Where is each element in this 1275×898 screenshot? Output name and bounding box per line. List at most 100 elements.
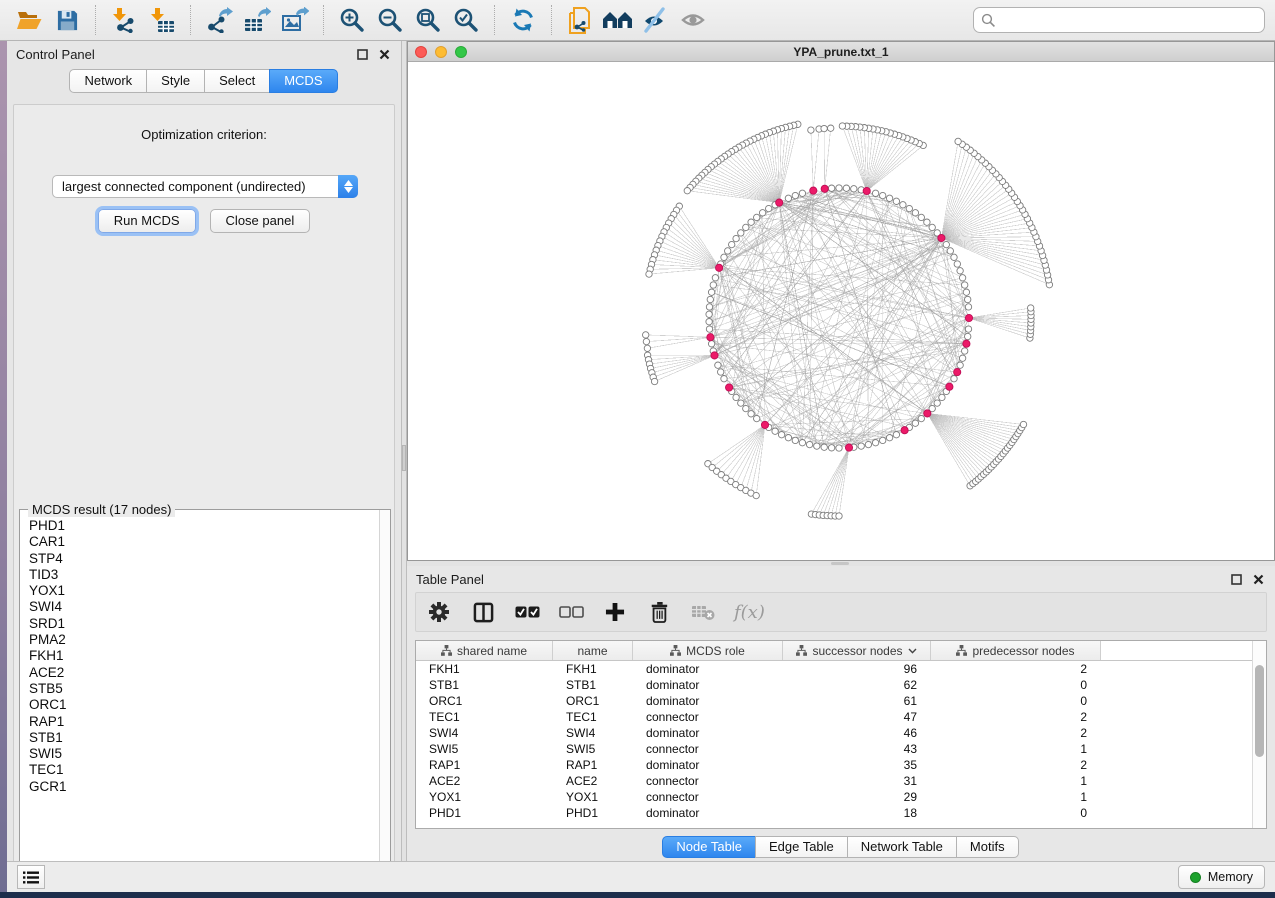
table-cell[interactable]: 1 [931,742,1101,756]
table-cell[interactable]: 96 [783,662,931,676]
table-cell[interactable]: dominator [633,758,783,772]
table-cell[interactable]: FKH1 [416,662,553,676]
deselect-all-icon[interactable] [558,599,584,625]
table-cell[interactable]: dominator [633,662,783,676]
table-cell[interactable]: dominator [633,806,783,820]
table-row[interactable]: STB1STB1dominator620 [416,677,1252,693]
table-cell[interactable]: 18 [783,806,931,820]
open-file-icon[interactable] [12,4,46,36]
refresh-view-icon[interactable] [506,4,540,36]
show-all-icon[interactable] [677,4,711,36]
table-cell[interactable]: 61 [783,694,931,708]
table-cell[interactable]: TEC1 [553,710,633,724]
table-cell[interactable]: dominator [633,678,783,692]
table-cell[interactable]: 0 [931,806,1101,820]
mcds-result-item[interactable]: SRD1 [21,616,378,632]
select-all-icon[interactable] [514,599,540,625]
table-cell[interactable]: SWI5 [416,742,553,756]
table-cell[interactable]: PHD1 [553,806,633,820]
table-cell[interactable]: SWI5 [553,742,633,756]
table-cell[interactable]: 2 [931,710,1101,724]
task-history-button[interactable] [17,865,45,889]
table-cell[interactable]: 1 [931,774,1101,788]
clear-table-icon[interactable] [690,599,716,625]
mcds-result-item[interactable]: FKH1 [21,648,378,664]
network-graph[interactable] [408,62,1274,560]
table-cell[interactable]: 2 [931,758,1101,772]
zoom-out-icon[interactable] [373,4,407,36]
mcds-result-item[interactable]: SWI5 [21,746,378,762]
mcds-result-item[interactable]: STB5 [21,681,378,697]
columns-icon[interactable] [470,599,496,625]
table-row[interactable]: TEC1TEC1connector472 [416,709,1252,725]
tab-mcds[interactable]: MCDS [269,69,337,93]
tab-network-table[interactable]: Network Table [847,836,957,858]
mcds-result-item[interactable]: ORC1 [21,697,378,713]
import-table-icon[interactable] [145,4,179,36]
table-cell[interactable]: SWI4 [553,726,633,740]
mcds-result-item[interactable]: ACE2 [21,665,378,681]
table-cell[interactable]: 43 [783,742,931,756]
hide-unselected-icon[interactable] [639,4,673,36]
table-cell[interactable]: STB1 [416,678,553,692]
column-header-name[interactable]: name [553,641,633,660]
home-layout-icon[interactable] [601,4,635,36]
export-table-icon[interactable] [240,4,274,36]
mcds-result-item[interactable]: CAR1 [21,534,378,550]
export-network-icon[interactable] [202,4,236,36]
optimization-criterion-select[interactable]: largest connected component (undirected) [52,175,358,198]
table-scrollbar[interactable] [1252,641,1266,828]
table-settings-icon[interactable] [426,599,452,625]
mcds-result-item[interactable]: STP4 [21,551,378,567]
tab-select[interactable]: Select [204,69,270,93]
table-cell[interactable]: ORC1 [553,694,633,708]
tab-motifs[interactable]: Motifs [956,836,1019,858]
tab-node-table[interactable]: Node Table [662,836,756,858]
float-panel-icon[interactable] [1228,571,1244,587]
table-cell[interactable]: connector [633,774,783,788]
table-cell[interactable]: connector [633,742,783,756]
close-panel-icon[interactable] [376,46,392,62]
table-cell[interactable]: 0 [931,694,1101,708]
table-cell[interactable]: 2 [931,662,1101,676]
table-row[interactable]: SWI5SWI5connector431 [416,741,1252,757]
mcds-result-item[interactable]: GCR1 [21,779,378,795]
table-cell[interactable]: RAP1 [416,758,553,772]
network-titlebar[interactable]: YPA_prune.txt_1 [408,42,1274,62]
table-cell[interactable]: dominator [633,726,783,740]
table-cell[interactable]: connector [633,790,783,804]
column-header-predecessor-nodes[interactable]: predecessor nodes [931,641,1101,660]
table-cell[interactable]: FKH1 [553,662,633,676]
delete-row-icon[interactable] [646,599,672,625]
table-cell[interactable]: 35 [783,758,931,772]
table-row[interactable]: RAP1RAP1dominator352 [416,757,1252,773]
import-network-icon[interactable] [107,4,141,36]
table-cell[interactable]: PHD1 [416,806,553,820]
table-row[interactable]: ACE2ACE2connector311 [416,773,1252,789]
close-panel-button[interactable]: Close panel [210,209,311,233]
mcds-result-item[interactable]: PHD1 [21,518,378,534]
mcds-result-item[interactable]: TID3 [21,567,378,583]
table-cell[interactable]: 2 [931,726,1101,740]
close-panel-icon[interactable] [1250,571,1266,587]
save-session-icon[interactable] [50,4,84,36]
tab-edge-table[interactable]: Edge Table [755,836,848,858]
tab-network[interactable]: Network [69,69,147,93]
table-row[interactable]: FKH1FKH1dominator962 [416,661,1252,677]
zoom-selected-icon[interactable] [449,4,483,36]
table-row[interactable]: YOX1YOX1connector291 [416,789,1252,805]
table-row[interactable]: ORC1ORC1dominator610 [416,693,1252,709]
table-cell[interactable]: 1 [931,790,1101,804]
export-image-icon[interactable] [278,4,312,36]
add-row-icon[interactable] [602,599,628,625]
table-cell[interactable]: 0 [931,678,1101,692]
search-input[interactable] [996,10,1257,30]
network-canvas[interactable] [408,62,1274,560]
run-mcds-button[interactable]: Run MCDS [98,209,196,233]
table-cell[interactable]: ACE2 [416,774,553,788]
mcds-list-scrollbar[interactable] [379,510,390,880]
tab-style[interactable]: Style [146,69,205,93]
table-cell[interactable]: 62 [783,678,931,692]
mcds-result-item[interactable]: TEC1 [21,762,378,778]
table-scrollbar-thumb[interactable] [1255,665,1264,757]
